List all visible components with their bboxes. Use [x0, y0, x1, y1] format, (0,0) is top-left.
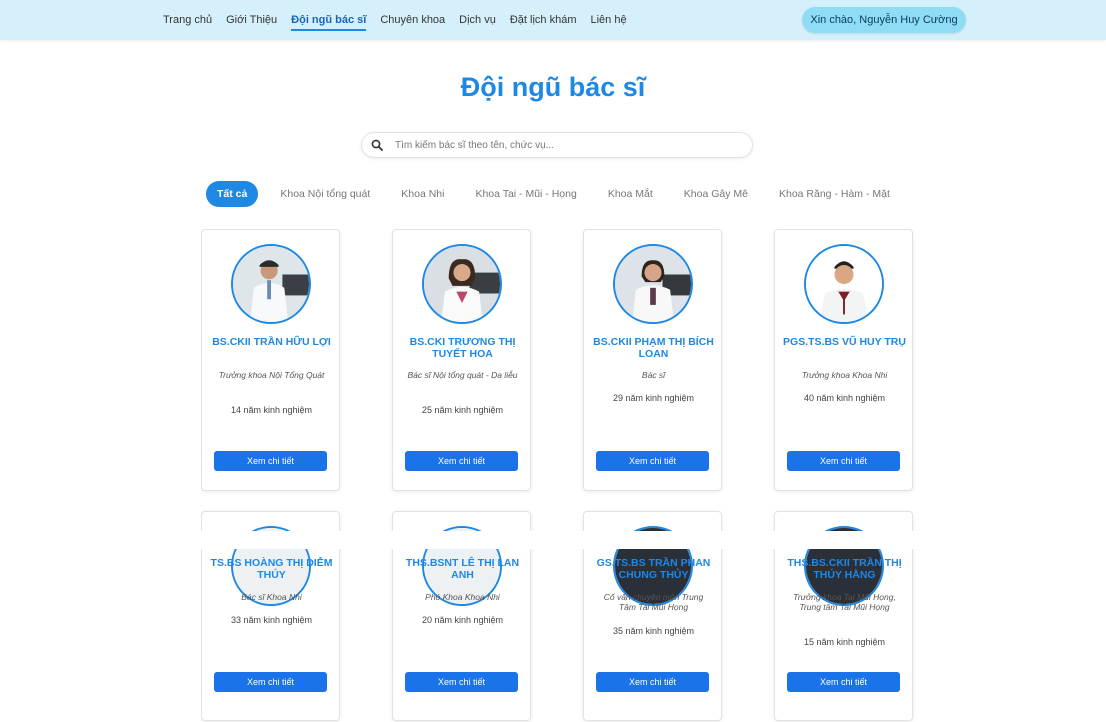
nav-contact[interactable]: Liên hệ	[591, 10, 627, 30]
tab-anesthesia[interactable]: Khoa Gây Mê	[684, 188, 748, 200]
view-detail-button[interactable]: Xem chi tiết	[787, 672, 900, 692]
nav-about[interactable]: Giới Thiệu	[226, 10, 277, 30]
tab-ophthalmology[interactable]: Khoa Mắt	[608, 188, 653, 200]
doctor-name: GS.TS.BS TRẦN PHAN CHUNG THỦY	[596, 557, 711, 581]
search-bar	[361, 132, 753, 158]
nav-doctors[interactable]: Đội ngũ bác sĩ	[291, 10, 367, 31]
search-input[interactable]	[395, 139, 735, 151]
nav-specialties[interactable]: Chuyên khoa	[380, 10, 445, 30]
doctor-grid: BS.CKII TRẦN HỮU LỢI Trưởng khoa Nội Tổn…	[201, 229, 921, 722]
doctor-experience: 29 năm kinh nghiệm	[612, 393, 695, 403]
scroll-overlap-band	[201, 531, 921, 549]
top-header: Trang chủ Giới Thiệu Đội ngũ bác sĩ Chuy…	[0, 0, 1106, 40]
doctor-experience: 33 năm kinh nghiệm	[230, 615, 313, 625]
doctor-name: ThS.BSNT LÊ THỊ LAN ANH	[405, 557, 520, 581]
doctor-photo	[804, 244, 884, 324]
view-detail-button[interactable]: Xem chi tiết	[214, 672, 327, 692]
doctor-role: Phó Khoa Khoa Nhi	[425, 592, 500, 602]
department-filter-tabs: Tất cả Khoa Nội tổng quát Khoa Nhi Khoa …	[206, 181, 921, 207]
nav-home[interactable]: Trang chủ	[163, 10, 212, 30]
doctor-name: BS.CKII TRẦN HỮU LỢI	[212, 336, 331, 348]
doctor-role: Bác sĩ	[641, 370, 666, 380]
doctor-name: BS.CKI TRƯƠNG THỊ TUYẾT HOA	[409, 336, 516, 360]
doctor-experience: 14 năm kinh nghiệm	[230, 405, 313, 415]
page-title: Đội ngũ bác sĩ	[460, 72, 646, 102]
doctor-experience: 25 năm kinh nghiệm	[421, 405, 504, 415]
tab-pediatrics[interactable]: Khoa Nhi	[401, 188, 444, 200]
doctor-name: PGS.TS.BS VŨ HUY TRỤ	[783, 336, 906, 348]
main-nav: Trang chủ Giới Thiệu Đội ngũ bác sĩ Chuy…	[163, 0, 641, 40]
doctor-name: BS.CKII PHẠM THỊ BÍCH LOAN	[593, 336, 714, 360]
doctor-role: Trưởng khoa Tai Mũi Họng, Trung tâm Tai …	[793, 592, 896, 612]
doctor-name: ThS.BS.CKII TRẦN THỊ THÚY HẰNG	[787, 557, 902, 581]
doctor-card: BS.CKII PHẠM THỊ BÍCH LOAN Bác sĩ 29 năm…	[583, 229, 722, 491]
nav-services[interactable]: Dịch vụ	[459, 10, 496, 30]
doctor-role: Bác sĩ Khoa Nhi	[241, 592, 302, 602]
view-detail-button[interactable]: Xem chi tiết	[405, 451, 518, 471]
doctor-experience: 15 năm kinh nghiệm	[803, 637, 886, 647]
nav-booking[interactable]: Đặt lịch khám	[510, 10, 577, 30]
doctor-card: BS.CKII TRẦN HỮU LỢI Trưởng khoa Nội Tổn…	[201, 229, 340, 491]
doctor-experience: 20 năm kinh nghiệm	[421, 615, 504, 625]
view-detail-button[interactable]: Xem chi tiết	[405, 672, 518, 692]
tab-ent[interactable]: Khoa Tai - Mũi - Họng	[475, 188, 576, 200]
doctor-photo	[613, 244, 693, 324]
tab-all[interactable]: Tất cả	[206, 181, 259, 207]
doctor-name: TS.BS HOÀNG THỊ DIỄM THÚY	[210, 557, 333, 581]
user-greeting-button[interactable]: Xin chào, Nguyễn Huy Cường	[802, 7, 966, 33]
doctor-role: Cố vấn chuyên môn Trung Tâm Tai Mũi Họng	[603, 592, 704, 612]
view-detail-button[interactable]: Xem chi tiết	[787, 451, 900, 471]
view-detail-button[interactable]: Xem chi tiết	[596, 672, 709, 692]
doctor-photo	[422, 244, 502, 324]
doctor-experience: 40 năm kinh nghiệm	[803, 393, 886, 403]
doctor-role: Bác sĩ Nội tổng quát - Da liễu	[407, 370, 518, 380]
doctor-photo	[231, 244, 311, 324]
search-icon	[371, 139, 383, 151]
doctor-card: PGS.TS.BS VŨ HUY TRỤ Trưởng khoa Khoa Nh…	[774, 229, 913, 491]
view-detail-button[interactable]: Xem chi tiết	[214, 451, 327, 471]
doctor-card: BS.CKI TRƯƠNG THỊ TUYẾT HOA Bác sĩ Nội t…	[392, 229, 531, 491]
tab-dental[interactable]: Khoa Răng - Hàm - Mặt	[779, 188, 890, 200]
doctor-role: Trưởng khoa Nội Tổng Quát	[218, 370, 325, 380]
tab-internal[interactable]: Khoa Nội tổng quát	[280, 188, 370, 200]
doctor-role: Trưởng khoa Khoa Nhi	[801, 370, 888, 380]
view-detail-button[interactable]: Xem chi tiết	[596, 451, 709, 471]
doctor-experience: 35 năm kinh nghiệm	[612, 626, 695, 636]
